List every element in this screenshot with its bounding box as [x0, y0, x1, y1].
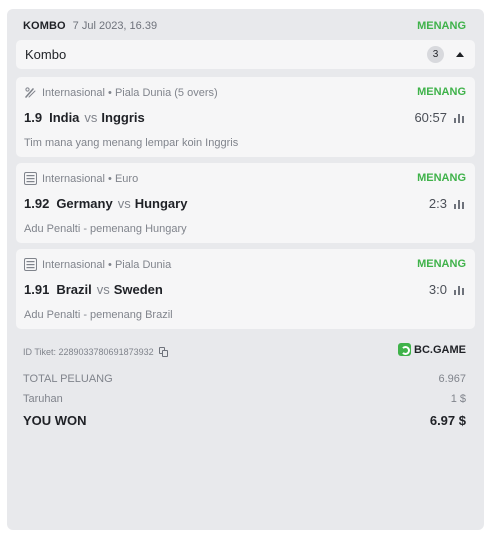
bet-status-badge: MENANG: [417, 258, 466, 270]
bet-league: Internasional • Piala Dunia: [42, 258, 172, 271]
team-away: Inggris: [101, 110, 145, 125]
bet-ticket: KOMBO 7 Jul 2023, 16.39 MENANG Kombo 3 I…: [7, 9, 484, 530]
combo-title: Kombo: [25, 47, 67, 62]
caret-up-icon[interactable]: [456, 52, 464, 57]
fifa-icon: [24, 172, 37, 185]
bet-type-label: KOMBO: [23, 20, 66, 32]
payout-value: 6.97 $: [429, 413, 466, 428]
bet-card: Internasional • Euro MENANG 1.92 Germany…: [16, 163, 475, 243]
bet-meta: Internasional • Piala Dunia (5 overs): [24, 86, 218, 99]
fifa-icon: [24, 258, 37, 271]
team-home: Brazil: [56, 282, 92, 297]
vs-label: vs: [117, 196, 131, 211]
bet-line: 1.9 India vs Inggris 60:57: [24, 110, 466, 125]
brand-logo: BC.GAME: [398, 343, 466, 356]
bet-card: Internasional • Piala Dunia (5 overs) ME…: [16, 77, 475, 157]
ticket-id: ID Tiket: 2289033780691873932: [23, 347, 168, 357]
bet-league: Internasional • Euro: [42, 172, 139, 185]
vs-label: vs: [96, 282, 110, 297]
bet-league: Internasional • Piala Dunia (5 overs): [42, 86, 218, 99]
bet-market: Tim mana yang menang lempar koin Inggris: [24, 137, 239, 149]
team-away: Sweden: [113, 282, 163, 297]
bet-status-badge: MENANG: [417, 172, 466, 184]
vs-label: vs: [84, 110, 98, 125]
combo-toggle[interactable]: Kombo 3: [16, 40, 475, 69]
bet-market: Adu Penalti - pemenang Brazil: [24, 309, 173, 321]
team-home: Germany: [56, 196, 113, 211]
cricket-icon: [24, 86, 37, 99]
stats-icon[interactable]: [454, 112, 466, 123]
match-score: 2:3: [428, 196, 447, 211]
bet-odds: 1.9: [24, 110, 43, 125]
brand-mark-icon: [398, 343, 412, 356]
payout-label: YOU WON: [23, 413, 87, 428]
team-away: Hungary: [134, 196, 188, 211]
match-score: 3:0: [428, 282, 447, 297]
stats-icon[interactable]: [454, 284, 466, 295]
stats-icon[interactable]: [454, 198, 466, 209]
total-odds-row: TOTAL PELUANG 6.967: [23, 373, 466, 385]
bet-line: 1.92 Germany vs Hungary 2:3: [24, 196, 466, 211]
stake-value: 1 $: [450, 393, 466, 405]
bet-meta: Internasional • Piala Dunia: [24, 258, 171, 271]
brand-name: BC.GAME: [414, 343, 466, 356]
total-odds-label: TOTAL PELUANG: [23, 373, 113, 385]
stake-label: Taruhan: [23, 393, 63, 405]
bet-odds: 1.92: [24, 196, 50, 211]
bet-status-badge: MENANG: [417, 86, 466, 98]
ticket-id-text: ID Tiket: 2289033780691873932: [23, 347, 154, 357]
total-odds-value: 6.967: [438, 373, 466, 385]
stake-row: Taruhan 1 $: [23, 393, 466, 405]
ticket-status-badge: MENANG: [417, 20, 466, 32]
bet-meta: Internasional • Euro: [24, 172, 138, 185]
bet-card: Internasional • Piala Dunia MENANG 1.91 …: [16, 249, 475, 329]
match-score: 60:57: [414, 110, 447, 125]
bet-market: Adu Penalti - pemenang Hungary: [24, 223, 187, 235]
selection-count-badge: 3: [427, 46, 444, 63]
payout-row: YOU WON 6.97 $: [23, 413, 466, 428]
bet-line: 1.91 Brazil vs Sweden 3:0: [24, 282, 466, 297]
ticket-header: KOMBO 7 Jul 2023, 16.39 MENANG: [23, 18, 466, 34]
bet-odds: 1.91: [24, 282, 50, 297]
bet-date: 7 Jul 2023, 16.39: [72, 20, 158, 32]
copy-icon[interactable]: [158, 347, 168, 357]
team-home: India: [49, 110, 80, 125]
